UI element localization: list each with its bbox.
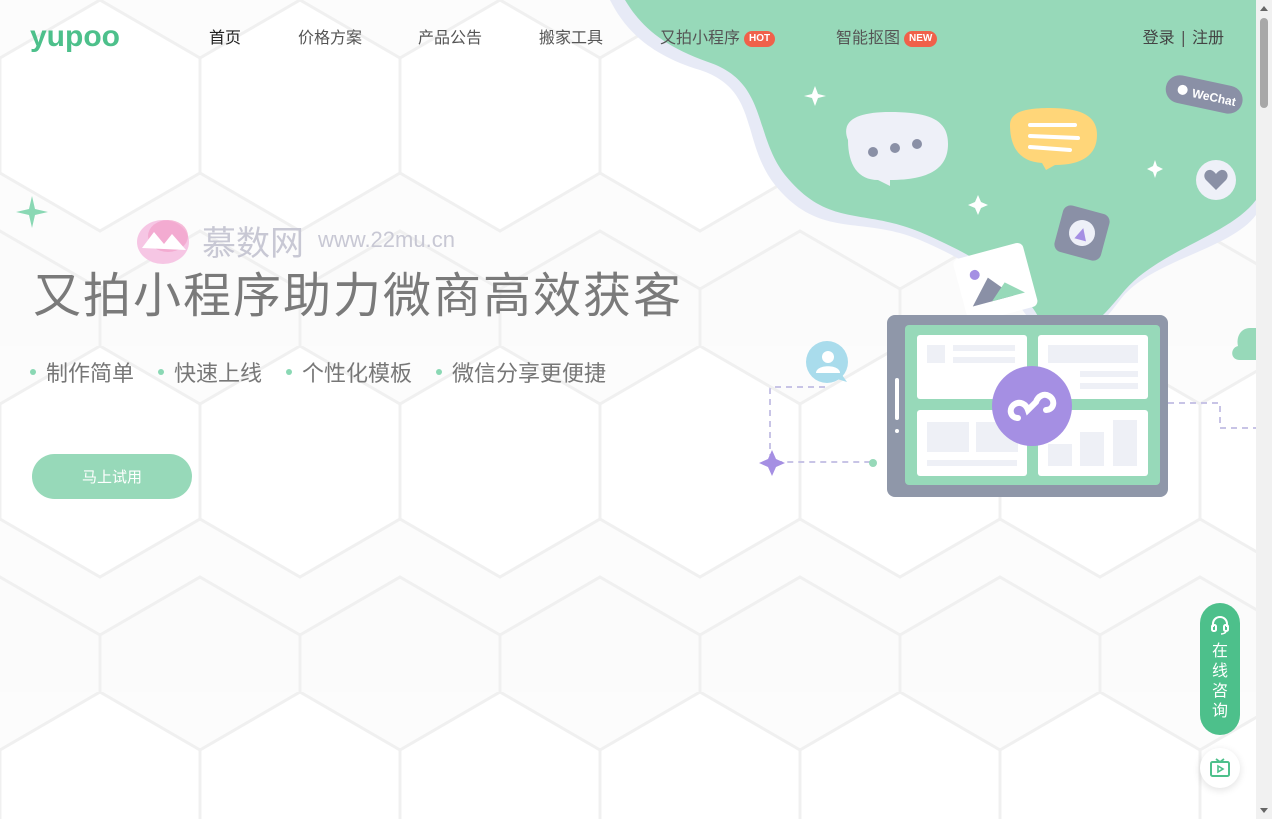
feature-item: 微信分享更便捷	[436, 356, 606, 388]
yupoo-logo[interactable]: yupoo	[30, 18, 145, 54]
scroll-up-arrow-icon[interactable]	[1260, 6, 1268, 11]
feature-list: 制作简单 快速上线 个性化模板 微信分享更便捷	[30, 356, 630, 388]
bullet-dot-icon	[436, 369, 443, 375]
nav-migration-tool[interactable]: 搬家工具	[539, 24, 603, 48]
scroll-thumb[interactable]	[1260, 18, 1268, 108]
nav-mini-program[interactable]: 又拍小程序 HOT	[660, 24, 776, 48]
svg-text:yupoo: yupoo	[30, 20, 120, 53]
nav-smart-cutout-label: 智能抠图	[836, 28, 901, 47]
hot-badge: HOT	[744, 31, 776, 47]
consult-label: 在线咨询	[1212, 641, 1229, 720]
video-play-icon	[1210, 758, 1230, 777]
hero-illustration	[759, 315, 1256, 497]
feature-label: 个性化模板	[302, 362, 413, 387]
nav-pricing[interactable]: 价格方案	[298, 24, 362, 48]
feature-item: 个性化模板	[286, 356, 412, 388]
user-bubble-icon	[806, 341, 848, 383]
site-header: yupoo 首页 价格方案 产品公告 搬家工具 又拍小程序 HOT 智能抠图 NEW…	[0, 0, 1256, 70]
bullet-dot-icon	[286, 369, 293, 375]
online-consult-button[interactable]: 在线咨询	[1200, 603, 1240, 735]
video-button[interactable]	[1200, 748, 1240, 788]
bullet-dot-icon	[158, 369, 165, 375]
nav-announcements[interactable]: 产品公告	[418, 24, 482, 48]
auth-separator: |	[1180, 28, 1186, 47]
heart-icon	[1196, 160, 1236, 200]
nav-mini-program-label: 又拍小程序	[660, 28, 741, 47]
sparkle-icon	[16, 196, 48, 228]
watermark-url: www.22mu.cn	[318, 227, 455, 252]
try-now-button[interactable]: 马上试用	[32, 454, 192, 499]
bullet-dot-icon	[30, 369, 36, 375]
nav-smart-cutout[interactable]: 智能抠图 NEW	[836, 24, 938, 48]
feature-item: 快速上线	[158, 356, 262, 388]
mini-program-icon	[992, 366, 1072, 446]
login-link[interactable]: 登录	[1143, 28, 1175, 47]
page-scrollbar[interactable]	[1256, 0, 1272, 819]
feature-label: 微信分享更便捷	[452, 362, 607, 387]
hero-title: 又拍小程序助力微商高效获客	[33, 268, 684, 324]
register-link[interactable]: 注册	[1192, 28, 1224, 47]
auth-links: 登录 | 注册	[1143, 24, 1224, 48]
scroll-down-arrow-icon[interactable]	[1260, 808, 1268, 813]
nav-home[interactable]: 首页	[209, 24, 241, 48]
new-badge: NEW	[904, 31, 938, 47]
feature-label: 快速上线	[174, 362, 263, 387]
headset-icon	[1211, 615, 1229, 635]
feature-item: 制作简单	[30, 356, 134, 388]
feature-label: 制作简单	[46, 362, 135, 387]
